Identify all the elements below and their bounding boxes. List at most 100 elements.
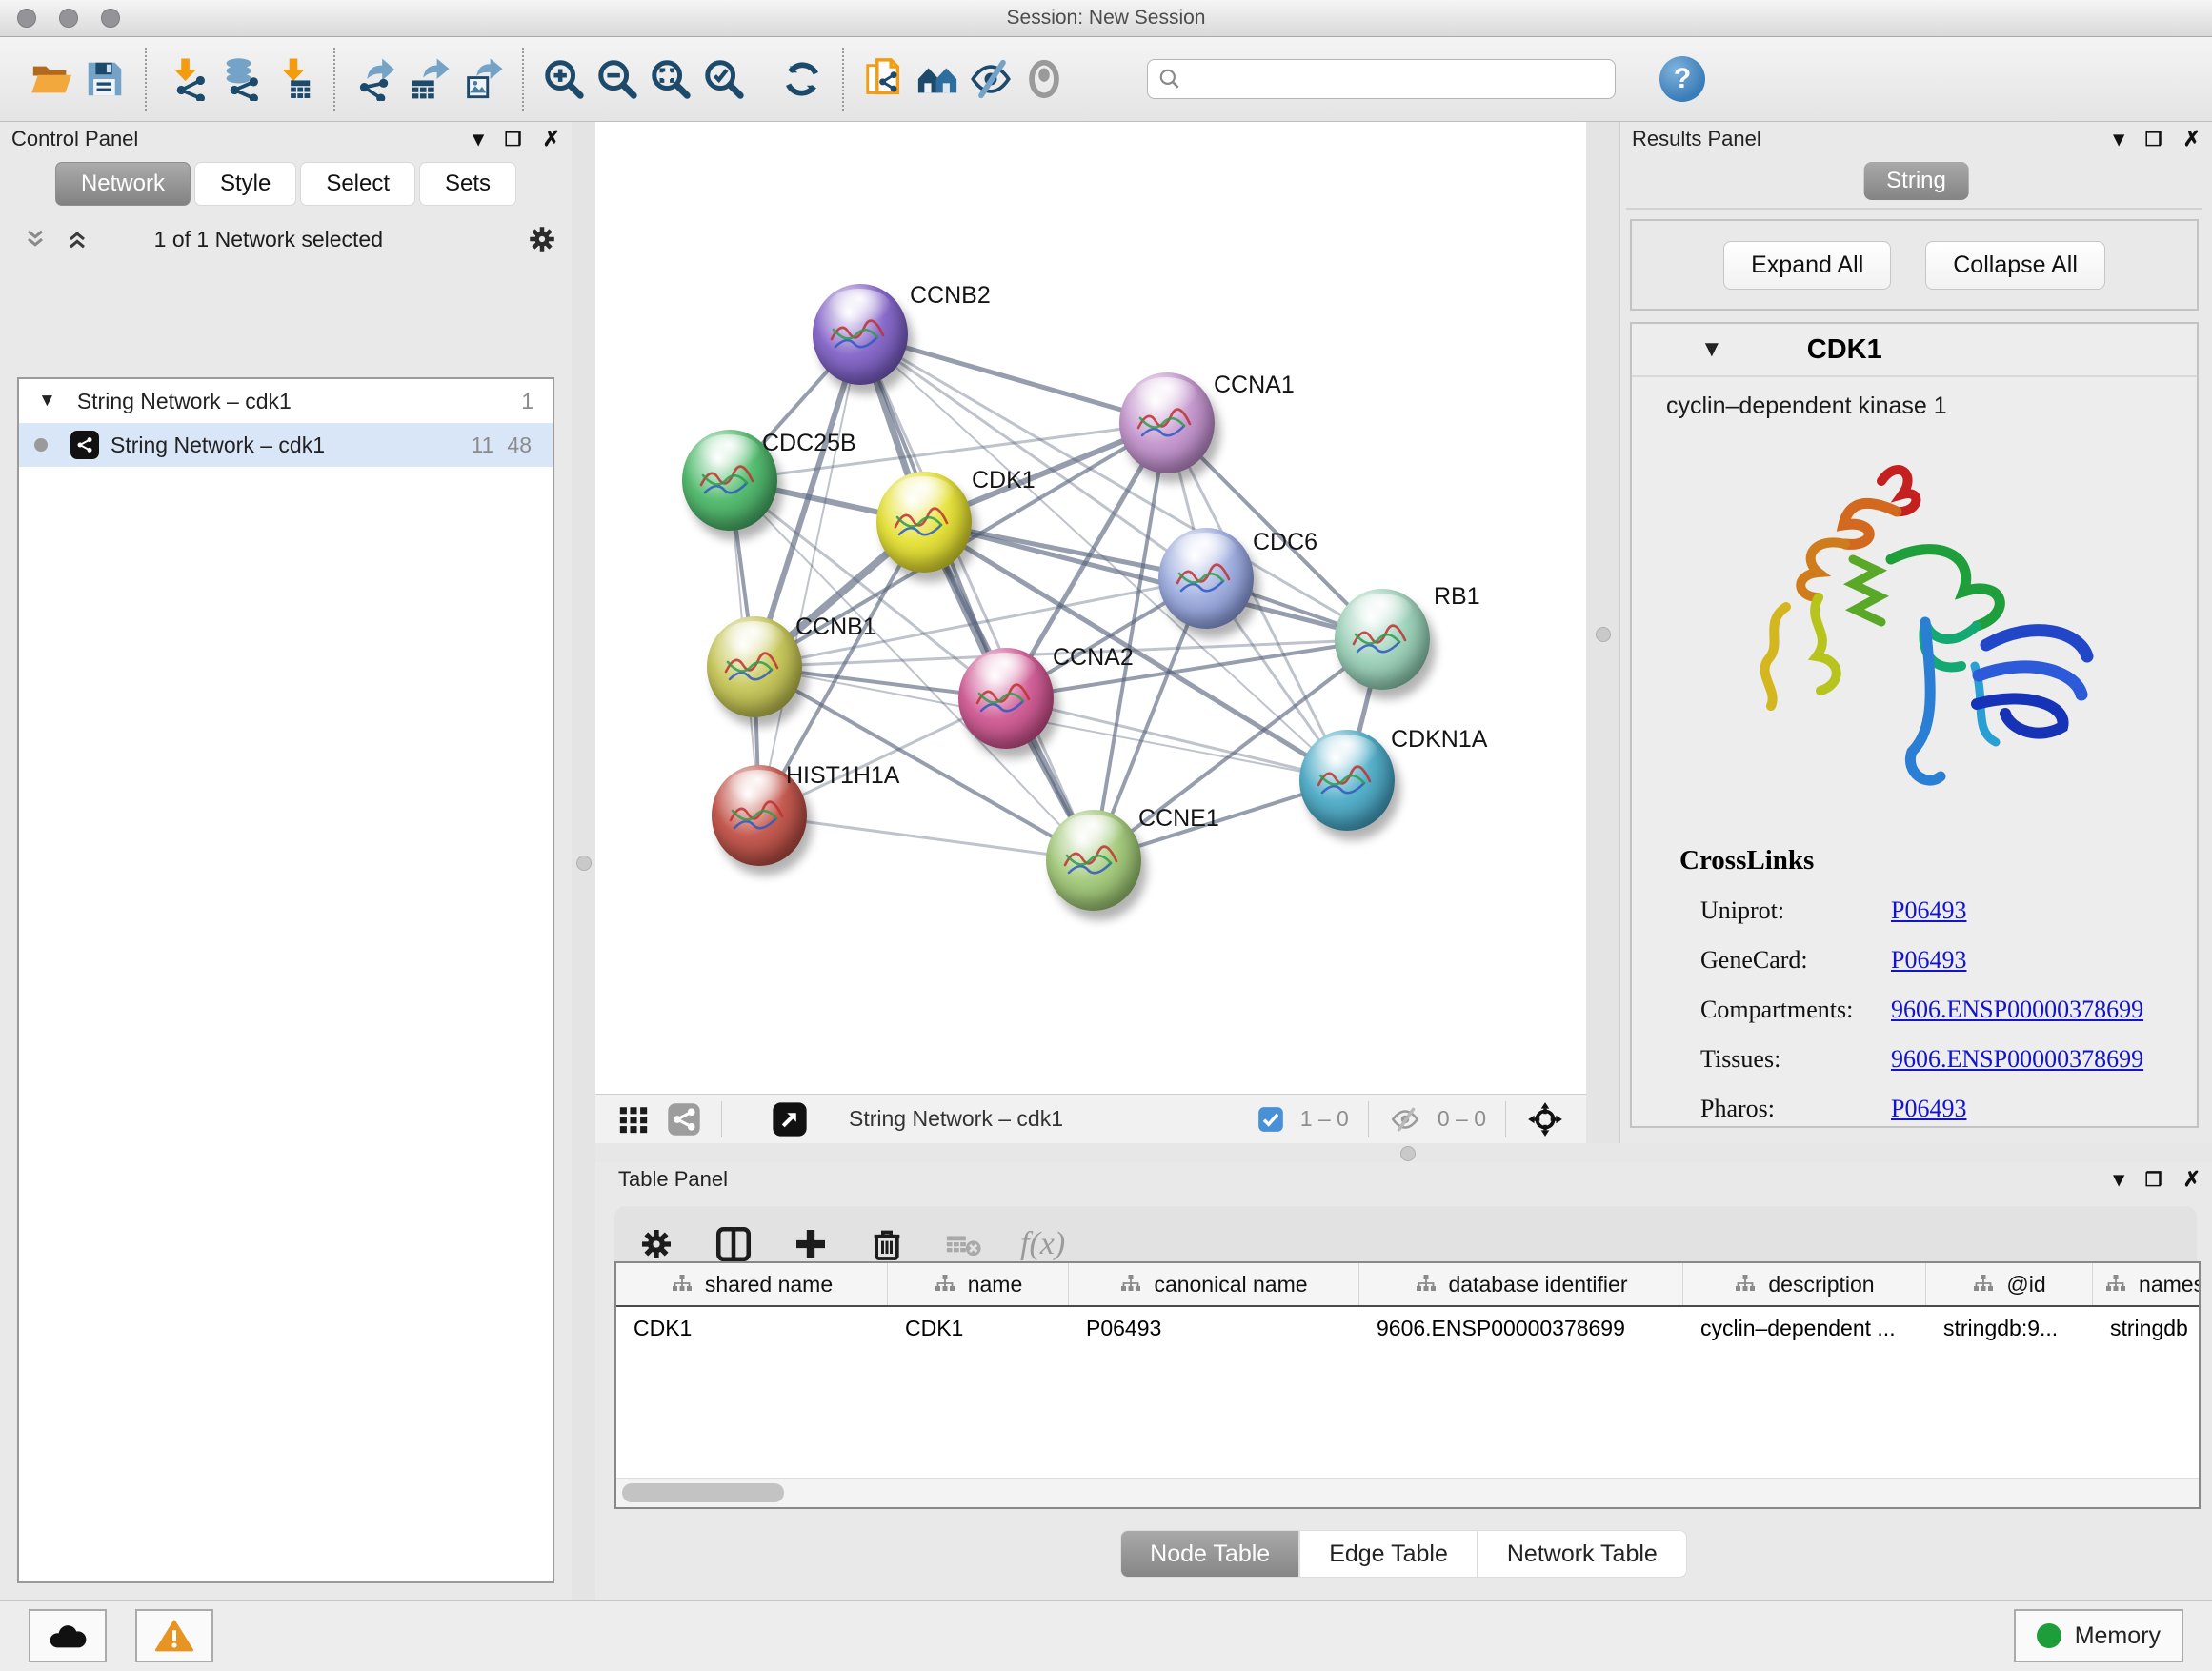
tab-select[interactable]: Select <box>300 162 415 206</box>
graph-node-ccna2[interactable] <box>958 648 1054 749</box>
tab-edge-table[interactable]: Edge Table <box>1299 1530 1478 1578</box>
crosslink-uniprot[interactable]: P06493 <box>1891 896 1966 925</box>
table-cell[interactable]: stringdb:9... <box>1926 1307 2093 1349</box>
graph-node-cdk1[interactable] <box>876 472 972 573</box>
panel-close-icon[interactable]: ✗ <box>543 127 560 151</box>
panel-float-icon[interactable]: ❒ <box>2145 128 2162 151</box>
table-cell[interactable]: cyclin–dependent ... <box>1683 1307 1926 1349</box>
panel-menu-icon[interactable]: ▾ <box>473 127 484 151</box>
selected-checkbox-icon[interactable] <box>1257 1106 1284 1133</box>
right-splitter-handle[interactable] <box>1596 627 1611 642</box>
panel-close-icon[interactable]: ✗ <box>2183 127 2201 151</box>
table-cell[interactable]: CDK1 <box>888 1307 1069 1349</box>
graph-node-cdkn1a[interactable] <box>1299 730 1395 831</box>
home-string-button[interactable] <box>911 50 964 109</box>
graph-edge[interactable] <box>1006 698 1347 780</box>
collapse-all-button[interactable]: Collapse All <box>1925 241 2105 290</box>
function-builder-fx[interactable]: f(x) <box>1020 1226 1065 1262</box>
table-cell[interactable]: 9606.ENSP00000378699 <box>1359 1307 1683 1349</box>
table-horizontal-scrollbar[interactable] <box>616 1478 2199 1507</box>
delete-table-icon[interactable] <box>944 1225 982 1263</box>
left-splitter-handle[interactable] <box>576 856 592 871</box>
tab-string[interactable]: String <box>1863 162 1969 200</box>
network-canvas[interactable]: CCNB2CCNA1CDC25BCDK1CDC6RB1CCNB1CCNA2CDK… <box>595 122 1586 1094</box>
graph-node-rb1[interactable] <box>1335 589 1430 690</box>
expand-all-button[interactable]: Expand All <box>1723 241 1891 290</box>
graph-node-ccnb1[interactable] <box>707 616 802 717</box>
table-cell[interactable]: P06493 <box>1069 1307 1359 1349</box>
warnings-button[interactable] <box>135 1609 213 1662</box>
duplicate-network-button[interactable] <box>857 50 911 109</box>
export-table-button[interactable] <box>402 50 455 109</box>
fit-selected-crosshair-icon[interactable] <box>1526 1100 1564 1138</box>
tab-network-table[interactable]: Network Table <box>1478 1530 1687 1578</box>
table-row[interactable]: CDK1CDK1P064939606.ENSP00000378699cyclin… <box>616 1307 2199 1349</box>
tree-expander-icon[interactable]: ▼ <box>38 391 56 412</box>
show-eye-button[interactable] <box>1017 50 1071 109</box>
crosslink-compartments[interactable]: 9606.ENSP00000378699 <box>1891 996 2143 1024</box>
grid-view-icon[interactable] <box>617 1103 650 1136</box>
save-session-button[interactable] <box>78 50 131 109</box>
import-network-file-button[interactable] <box>160 50 213 109</box>
scrollbar-thumb[interactable] <box>622 1483 784 1502</box>
collapse-all-icon[interactable] <box>21 226 50 252</box>
hidden-eye-slash-icon[interactable] <box>1389 1103 1421 1136</box>
column-header-6[interactable]: namespace <box>2093 1263 2201 1305</box>
search-input[interactable] <box>1182 68 1605 91</box>
crosslink-tissues[interactable]: 9606.ENSP00000378699 <box>1891 1045 2143 1074</box>
export-image-button[interactable] <box>455 50 509 109</box>
network-options-gear-icon[interactable] <box>526 223 558 255</box>
tab-node-table[interactable]: Node Table <box>1120 1530 1299 1578</box>
table-options-gear-icon[interactable] <box>637 1225 675 1263</box>
export-network-button[interactable] <box>349 50 402 109</box>
hide-glass-eye-button[interactable] <box>964 50 1017 109</box>
import-network-database-button[interactable] <box>213 50 267 109</box>
expand-all-icon[interactable] <box>63 226 91 252</box>
help-button[interactable]: ? <box>1659 56 1705 102</box>
add-column-plus-icon[interactable] <box>792 1225 830 1263</box>
tab-sets[interactable]: Sets <box>419 162 516 206</box>
zoom-selected-button[interactable] <box>697 50 751 109</box>
entry-expander-icon[interactable]: ▼ <box>1700 336 1723 363</box>
panel-menu-icon[interactable]: ▾ <box>2114 1167 2124 1192</box>
table-cell[interactable]: CDK1 <box>616 1307 888 1349</box>
node-entry-header[interactable]: ▼ CDK1 <box>1632 324 2197 377</box>
memory-button[interactable]: Memory <box>2014 1609 2183 1662</box>
panel-float-icon[interactable]: ❒ <box>2145 1168 2162 1192</box>
zoom-fit-button[interactable] <box>644 50 697 109</box>
graph-node-ccnb2[interactable] <box>813 284 908 385</box>
apply-style-refresh-button[interactable] <box>775 50 829 109</box>
column-header-1[interactable]: name <box>888 1263 1069 1305</box>
horizontal-splitter[interactable] <box>595 1143 2212 1162</box>
network-collection-row[interactable]: ▼ String Network – cdk1 1 <box>19 379 553 423</box>
horizontal-splitter-handle[interactable] <box>1400 1146 1416 1161</box>
table-cell[interactable]: stringdb <box>2093 1307 2201 1349</box>
graph-edge[interactable] <box>759 334 860 815</box>
left-splitter[interactable] <box>572 122 595 1601</box>
column-header-0[interactable]: shared name <box>616 1263 888 1305</box>
delete-column-trash-icon[interactable] <box>868 1225 906 1263</box>
right-splitter[interactable] <box>1586 122 1619 1143</box>
tab-network[interactable]: Network <box>55 162 191 206</box>
show-columns-icon[interactable] <box>714 1224 754 1264</box>
network-row-selected[interactable]: String Network – cdk1 11 48 <box>19 423 553 467</box>
graph-node-ccna1[interactable] <box>1119 372 1215 473</box>
column-header-4[interactable]: description <box>1683 1263 1926 1305</box>
open-session-button[interactable] <box>25 50 78 109</box>
panel-close-icon[interactable]: ✗ <box>2183 1167 2201 1192</box>
column-header-3[interactable]: database identifier <box>1359 1263 1683 1305</box>
import-table-file-button[interactable] <box>267 50 320 109</box>
column-header-2[interactable]: canonical name <box>1069 1263 1359 1305</box>
cloud-button[interactable] <box>29 1609 107 1662</box>
network-view-share-icon[interactable] <box>667 1102 701 1137</box>
graph-node-ccne1[interactable] <box>1046 810 1141 911</box>
graph-edge[interactable] <box>759 815 1094 860</box>
graph-node-cdc6[interactable] <box>1158 528 1254 629</box>
crosslink-pharos[interactable]: P06493 <box>1891 1095 1966 1123</box>
tab-style[interactable]: Style <box>194 162 296 206</box>
column-header-5[interactable]: @id <box>1926 1263 2093 1305</box>
zoom-in-button[interactable] <box>537 50 591 109</box>
birdseye-view-icon[interactable] <box>772 1101 808 1137</box>
crosslink-genecard[interactable]: P06493 <box>1891 946 1966 975</box>
zoom-out-button[interactable] <box>591 50 644 109</box>
